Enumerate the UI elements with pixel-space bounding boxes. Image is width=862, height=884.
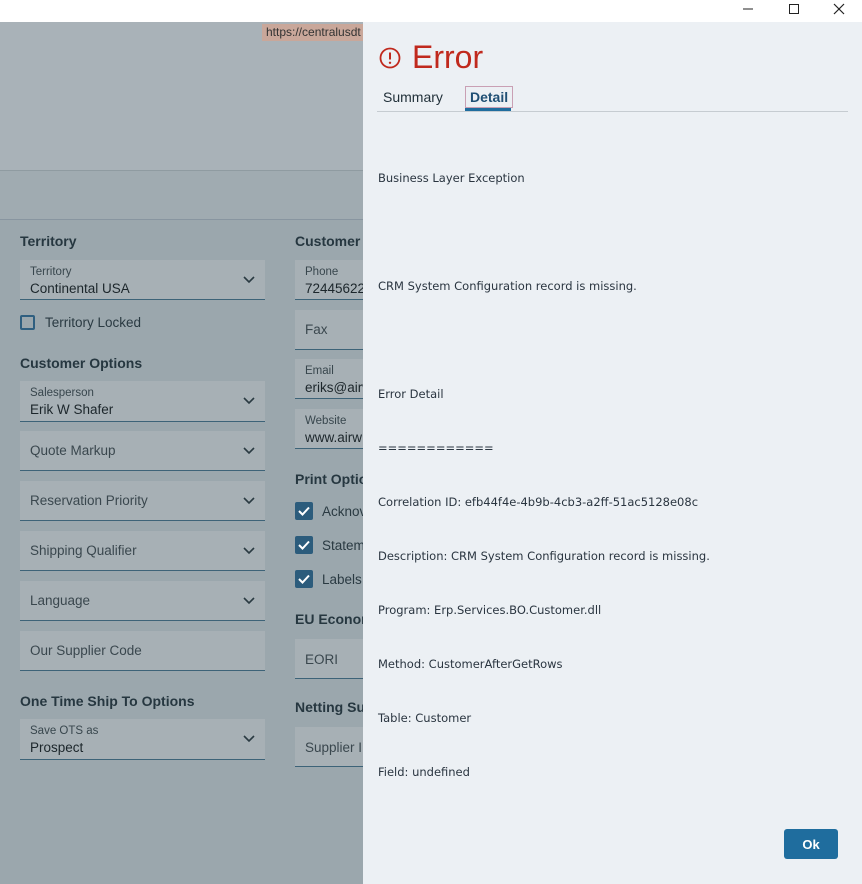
dialog-title: Error <box>412 39 484 75</box>
tab-divider <box>377 111 848 112</box>
eori-input[interactable]: EORI <box>295 639 363 679</box>
territory-value: Continental USA <box>30 281 130 296</box>
territory-locked-checkbox[interactable]: Territory Locked <box>20 315 141 330</box>
detail-line: Description: CRM System Configuration re… <box>378 549 710 563</box>
salesperson-label: Salesperson <box>30 387 94 399</box>
save-ots-label: Save OTS as <box>30 725 99 737</box>
print-option-label: Statem <box>322 537 363 553</box>
chevron-down-icon <box>243 496 255 504</box>
detail-line: Correlation ID: efb44f4e-4b9b-4cb3-a2ff-… <box>378 495 699 509</box>
website-value: www.airw <box>305 430 363 445</box>
print-option-label: Acknov <box>322 503 363 519</box>
window-title-bar <box>0 0 862 22</box>
detail-line: CRM System Configuration record is missi… <box>378 279 637 293</box>
chevron-down-icon <box>243 275 255 283</box>
supplier-code-placeholder: Our Supplier Code <box>30 643 142 658</box>
detail-line <box>378 331 710 349</box>
error-dialog: Error Summary Detail Business Layer Exce… <box>363 22 862 884</box>
ots-heading: One Time Ship To Options <box>20 693 195 709</box>
chevron-down-icon <box>243 596 255 604</box>
salesperson-value: Erik W Shafer <box>30 402 114 417</box>
checkbox-checked-icon <box>295 570 313 588</box>
quote-markup-label: Quote Markup <box>30 443 116 458</box>
email-value: eriks@airw <box>305 380 363 395</box>
detail-line: ============ <box>378 441 494 455</box>
phone-input[interactable]: Phone 724456221 <box>295 260 363 300</box>
netting-heading: Netting Sup <box>295 699 363 715</box>
supplier-code-input[interactable]: Our Supplier Code <box>20 631 265 671</box>
website-input[interactable]: Website www.airw <box>295 409 363 449</box>
minimize-icon[interactable] <box>725 0 771 18</box>
phone-label: Phone <box>305 266 339 278</box>
app-header: https://centralusdt <box>0 22 363 171</box>
print-option-checkbox[interactable]: Statem <box>295 536 363 554</box>
checkbox-box <box>20 315 35 330</box>
detail-line: Table: Customer <box>378 711 472 725</box>
eori-placeholder: EORI <box>305 652 339 667</box>
shipping-qualifier-label: Shipping Qualifier <box>30 543 137 558</box>
chevron-down-icon <box>243 397 255 405</box>
app-toolbar-band <box>0 171 363 220</box>
detail-line: Field: undefined <box>378 765 470 779</box>
chevron-down-icon <box>243 446 255 454</box>
save-ots-value: Prospect <box>30 740 84 755</box>
background-app: https://centralusdt Territory Territory … <box>0 22 363 884</box>
detail-line: Business Layer Exception <box>378 171 525 185</box>
email-input[interactable]: Email eriks@airw <box>295 359 363 399</box>
supplier-id-input[interactable]: Supplier II <box>295 727 363 767</box>
print-options-heading: Print Optio <box>295 471 363 487</box>
chevron-down-icon <box>243 735 255 743</box>
print-option-label: Labels <box>322 571 362 587</box>
close-icon[interactable] <box>816 0 862 18</box>
maximize-icon[interactable] <box>771 0 817 18</box>
ok-button[interactable]: Ok <box>784 829 838 859</box>
detail-line: Error Detail <box>378 387 444 401</box>
language-label: Language <box>30 593 91 608</box>
customer-options-heading: Customer Options <box>20 355 143 371</box>
tab-detail[interactable]: Detail <box>465 86 514 108</box>
checkbox-checked-icon <box>295 502 313 520</box>
fax-input[interactable]: Fax <box>295 310 363 350</box>
detail-line: Program: Erp.Services.BO.Customer.dll <box>378 603 602 617</box>
eu-economic-heading: EU Econom <box>295 611 363 627</box>
save-ots-dropdown[interactable]: Save OTS as Prospect <box>20 719 265 760</box>
supplier-id-placeholder: Supplier II <box>305 740 363 755</box>
territory-label: Territory <box>30 266 72 278</box>
territory-dropdown[interactable]: Territory Continental USA <box>20 260 265 300</box>
reservation-priority-label: Reservation Priority <box>30 493 148 508</box>
print-option-checkbox[interactable]: Labels <box>295 570 362 588</box>
tab-summary[interactable]: Summary <box>383 89 443 105</box>
detail-line: Method: CustomerAfterGetRows <box>378 657 563 671</box>
print-option-checkbox[interactable]: Acknov <box>295 502 363 520</box>
shipping-qualifier-dropdown[interactable]: Shipping Qualifier <box>20 531 265 571</box>
reservation-priority-dropdown[interactable]: Reservation Priority <box>20 481 265 521</box>
checkbox-checked-icon <box>295 536 313 554</box>
quote-markup-dropdown[interactable]: Quote Markup <box>20 431 265 471</box>
language-dropdown[interactable]: Language <box>20 581 265 621</box>
territory-locked-label: Territory Locked <box>45 315 142 330</box>
detail-line <box>378 223 710 241</box>
fax-placeholder: Fax <box>305 322 328 337</box>
territory-heading: Territory <box>20 233 77 249</box>
chevron-down-icon <box>243 546 255 554</box>
url-tooltip: https://centralusdt <box>262 24 363 41</box>
salesperson-dropdown[interactable]: Salesperson Erik W Shafer <box>20 381 265 422</box>
website-label: Website <box>305 415 347 427</box>
customer-contact-heading: Customer C <box>295 233 363 249</box>
phone-value: 724456221 <box>305 281 363 296</box>
email-label: Email <box>305 365 334 377</box>
error-detail-text: Business Layer Exception CRM System Conf… <box>378 133 710 817</box>
error-circle-icon <box>379 47 401 69</box>
